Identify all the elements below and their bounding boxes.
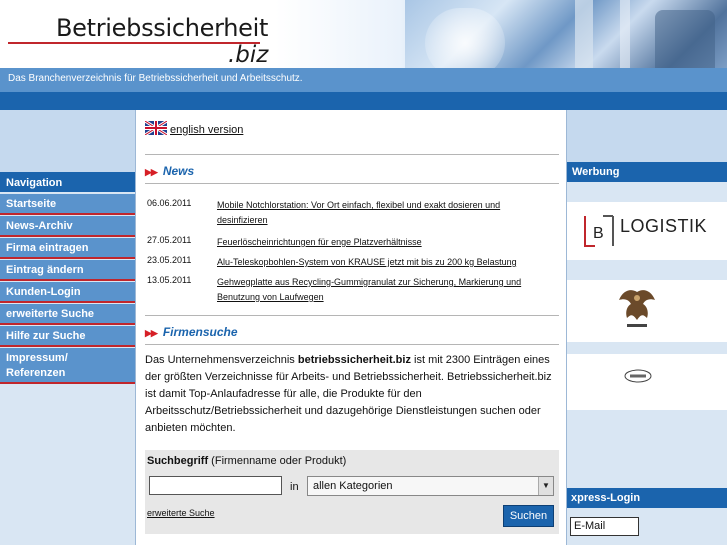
- divider: [145, 154, 559, 155]
- news-link[interactable]: Feuerlöscheinrichtungen für enge Platzve…: [217, 235, 547, 250]
- firmensuche-heading-label: Firmensuche: [162, 325, 238, 339]
- ad-logistik-label: LOGISTIK: [620, 216, 708, 236]
- intro-text: Das Unternehmensverzeichnis: [145, 354, 298, 366]
- category-selected: allen Kategorien: [313, 480, 393, 492]
- sidebar-item-firma-eintragen[interactable]: Firma eintragen: [0, 238, 135, 259]
- tagline: Das Branchenverzeichnis für Betriebssich…: [8, 73, 303, 84]
- sidebar-item-erweiterte-suche[interactable]: erweiterte Suche: [0, 304, 135, 325]
- header: Betriebssicherheit .biz Das Branchenverz…: [0, 0, 727, 110]
- english-version-link[interactable]: english version: [170, 124, 243, 136]
- news-item: 23.05.2011 Alu-Teleskopbohlen-System von…: [145, 255, 559, 270]
- news-heading: ▶▶ News: [145, 164, 194, 178]
- header-bottom-bar: [0, 92, 727, 110]
- news-date: 13.05.2011: [147, 275, 192, 285]
- uk-flag-icon[interactable]: [145, 121, 167, 135]
- ad-besta[interactable]: [567, 354, 727, 410]
- firmensuche-intro: Das Unternehmensverzeichnis betriebssich…: [145, 352, 559, 437]
- logo-underline: [8, 42, 260, 44]
- news-link[interactable]: Gehwegplatte aus Recycling-Gummigranulat…: [217, 275, 547, 305]
- sidebar-item-startseite[interactable]: Startseite: [0, 194, 135, 215]
- left-sidebar: Navigation Startseite News-Archiv Firma …: [0, 110, 135, 545]
- news-heading-label: News: [162, 164, 195, 178]
- search-form: Suchbegriff (Firmenname oder Produkt) in…: [145, 450, 559, 534]
- logo-suffix: .biz: [228, 42, 269, 68]
- news-link[interactable]: Mobile Notchlorstation: Vor Ort einfach,…: [217, 198, 547, 228]
- right-sidebar-spacer: [567, 110, 727, 162]
- intro-site-name: betriebssicherheit.biz: [297, 354, 411, 366]
- besta-logo-icon: [624, 369, 652, 383]
- double-arrow-icon: ▶▶: [145, 328, 158, 338]
- right-sidebar: Werbung B LOGISTIK xpress-Login E-Mail: [567, 110, 727, 545]
- search-label-hint: (Firmenname oder Produkt): [208, 455, 347, 467]
- in-label: in: [290, 481, 299, 493]
- search-input[interactable]: [149, 476, 282, 495]
- double-arrow-icon: ▶▶: [145, 167, 158, 177]
- svg-text:B: B: [593, 225, 604, 242]
- intro-text-rest: ist mit 2300 Einträgen eines der größten…: [145, 354, 552, 434]
- firmensuche-heading: ▶▶ Firmensuche: [145, 325, 238, 339]
- news-item: 27.05.2011 Feuerlöscheinrichtungen für e…: [145, 235, 559, 250]
- eagle-logo-icon: [619, 290, 655, 327]
- news-date: 23.05.2011: [147, 255, 192, 265]
- email-field[interactable]: E-Mail: [570, 517, 639, 536]
- divider: [145, 344, 559, 345]
- sidebar-item-hilfe-zur-suche[interactable]: Hilfe zur Suche: [0, 326, 135, 347]
- nav-heading: Navigation: [0, 172, 135, 192]
- category-select[interactable]: allen Kategorien ▼: [307, 476, 554, 496]
- search-button[interactable]: Suchen: [503, 505, 554, 527]
- main-content: english version ▶▶ News 06.06.2011 Mobile…: [135, 110, 567, 545]
- ad-eagle[interactable]: [567, 280, 727, 342]
- sidebar-item-kunden-login[interactable]: Kunden-Login: [0, 282, 135, 303]
- sidebar-item-impressum[interactable]: Impressum/ Referenzen: [0, 348, 135, 384]
- news-link[interactable]: Alu-Teleskopbohlen-System von KRAUSE jet…: [217, 255, 547, 270]
- news-item: 06.06.2011 Mobile Notchlorstation: Vor O…: [145, 198, 559, 228]
- ad-logistik[interactable]: B LOGISTIK: [567, 202, 727, 260]
- chevron-down-icon[interactable]: ▼: [538, 477, 553, 495]
- news-date: 06.06.2011: [147, 198, 192, 208]
- ads-heading: Werbung: [567, 162, 727, 182]
- search-label: Suchbegriff (Firmenname oder Produkt): [147, 455, 346, 467]
- b-logistik-logo-icon: B: [584, 215, 614, 247]
- sidebar-spacer: [0, 110, 135, 172]
- logo-title[interactable]: Betriebssicherheit: [56, 14, 268, 42]
- sidebar-item-news-archiv[interactable]: News-Archiv: [0, 216, 135, 237]
- divider: [145, 315, 559, 316]
- express-login-heading: xpress-Login: [567, 488, 727, 508]
- divider: [145, 183, 559, 184]
- news-date: 27.05.2011: [147, 235, 192, 245]
- sidebar-item-eintrag-aendern[interactable]: Eintrag ändern: [0, 260, 135, 281]
- search-label-bold: Suchbegriff: [147, 455, 209, 467]
- news-item: 13.05.2011 Gehwegplatte aus Recycling-Gu…: [145, 275, 559, 305]
- advanced-search-link[interactable]: erweiterte Suche: [147, 508, 215, 518]
